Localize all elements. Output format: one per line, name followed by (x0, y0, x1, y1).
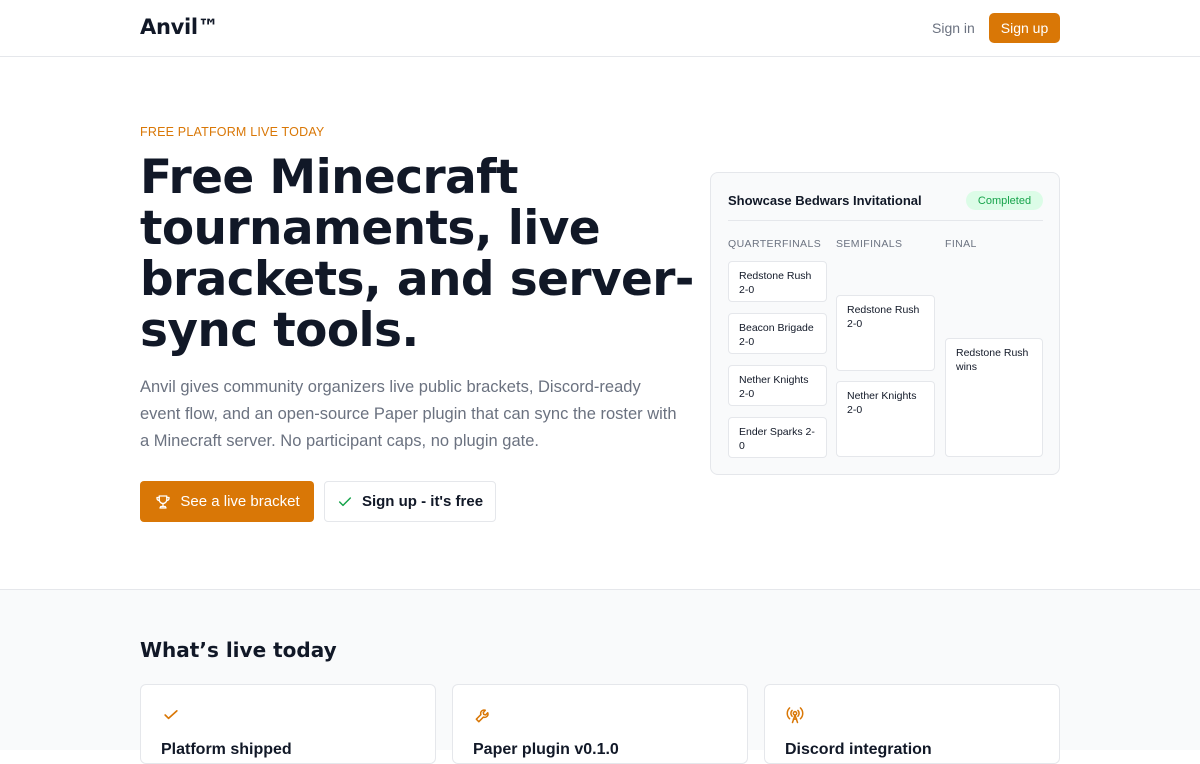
round-label-semifinals: SEMIFINALS (836, 238, 903, 250)
feature-card-platform[interactable]: Platform shipped (140, 684, 436, 764)
match-quarterfinal-4[interactable]: Ender Sparks 2-0 (728, 417, 827, 458)
match-quarterfinal-1[interactable]: Redstone Rush 2-0 (728, 261, 827, 302)
features-title: What’s live today (140, 638, 337, 662)
signup-free-button[interactable]: Sign up - it's free (324, 481, 496, 522)
trophy-icon (156, 494, 171, 509)
top-navbar: Anvil™ Sign in Sign up (0, 0, 1200, 57)
status-badge: Completed (966, 191, 1043, 210)
round-label-final: FINAL (945, 238, 977, 250)
check-icon (338, 496, 352, 506)
see-live-bracket-button[interactable]: See a live bracket (140, 481, 314, 522)
hero-description: Anvil gives community organizers live pu… (140, 378, 677, 450)
match-quarterfinal-3[interactable]: Nether Knights 2-0 (728, 365, 827, 406)
divider (728, 220, 1043, 221)
features-section: What’s live today Platform shipped Paper… (0, 589, 1200, 764)
logo[interactable]: Anvil™ (140, 15, 219, 39)
match-semifinal-1[interactable]: Redstone Rush 2-0 (836, 295, 935, 371)
feature-title: Platform shipped (161, 741, 292, 758)
broadcast-icon (786, 707, 804, 724)
feature-card-discord[interactable]: Discord integration (764, 684, 1060, 764)
hero-eyebrow: FREE PLATFORM LIVE TODAY (140, 125, 325, 139)
see-live-bracket-label: See a live bracket (180, 493, 300, 510)
feature-card-paper-plugin[interactable]: Paper plugin v0.1.0 (452, 684, 748, 764)
match-semifinal-2[interactable]: Nether Knights 2-0 (836, 381, 935, 457)
match-final[interactable]: Redstone Rush wins (945, 338, 1043, 457)
feature-title: Discord integration (785, 741, 932, 758)
bracket-card[interactable]: Showcase Bedwars Invitational Completed … (710, 172, 1060, 475)
wrench-icon (475, 709, 489, 723)
signup-button[interactable]: Sign up (989, 13, 1060, 43)
round-label-quarterfinals: QUARTERFINALS (728, 238, 822, 250)
signup-free-label: Sign up - it's free (361, 493, 484, 510)
feature-title: Paper plugin v0.1.0 (473, 741, 619, 758)
match-quarterfinal-2[interactable]: Beacon Brigade 2-0 (728, 313, 827, 354)
hero-title: Free Minecraft tournaments, live bracket… (140, 150, 694, 358)
bracket-title: Showcase Bedwars Invitational (728, 193, 922, 208)
check-icon (164, 710, 178, 720)
signin-link[interactable]: Sign in (932, 20, 975, 36)
